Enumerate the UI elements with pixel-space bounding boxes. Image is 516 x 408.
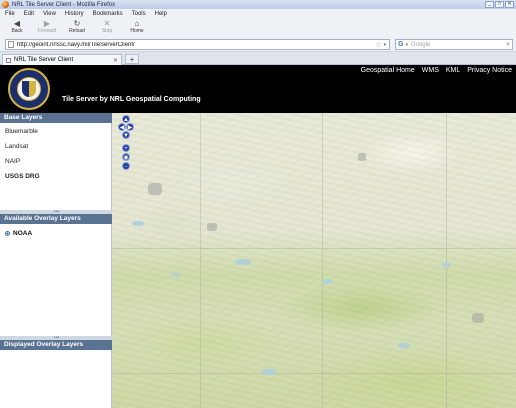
map-town: [207, 223, 217, 231]
logo-shield-icon: [22, 81, 36, 97]
nav-link-privacy-notice[interactable]: Privacy Notice: [467, 67, 512, 74]
overlay-radio-noaa[interactable]: [5, 231, 10, 236]
zoom-world-button[interactable]: ◉: [122, 153, 130, 161]
overlay-label-noaa[interactable]: NOAA: [13, 230, 32, 237]
base-layer-bluemarble[interactable]: Bluemarble: [5, 128, 38, 135]
home-button[interactable]: ⌂ Home: [122, 18, 152, 37]
displayed-overlays-header[interactable]: Displayed Overlay Layers: [0, 340, 112, 350]
menu-edit[interactable]: Edit: [24, 11, 34, 17]
back-label: Back: [11, 28, 23, 34]
menu-tools[interactable]: Tools: [132, 11, 146, 17]
tab-bar: NRL Tile Server Client ✕ +: [0, 52, 516, 65]
pan-right-button[interactable]: ▶: [126, 123, 134, 131]
reload-label: Reload: [69, 28, 85, 34]
map-tile-seam: [112, 248, 516, 249]
map-lake: [322, 279, 332, 284]
page-icon: [8, 41, 14, 48]
minimize-button[interactable]: _: [485, 1, 494, 8]
nrl-logo: [8, 68, 50, 110]
tab-favicon-icon: [6, 57, 11, 63]
menu-bar: File Edit View History Bookmarks Tools H…: [0, 9, 516, 18]
address-bar-row: http://geoint.nrlssc.navy.mil/TileServer…: [0, 37, 516, 52]
map-tile-seam: [112, 373, 516, 374]
url-dropdown-icon[interactable]: ▾: [383, 42, 386, 48]
pan-left-button[interactable]: ◀: [118, 123, 126, 131]
stop-label: Stop: [101, 28, 113, 34]
tab-tile-server-client[interactable]: NRL Tile Server Client ✕: [2, 54, 122, 65]
navigation-toolbar: ◀ Back ▶ Forward ↻ Reload ✕ Stop ⌂ Home: [0, 18, 516, 37]
window-controls: _ □ ✕: [485, 1, 514, 8]
map-tile-seam: [200, 113, 201, 408]
forward-button[interactable]: ▶ Forward: [32, 18, 62, 37]
pan-down-button[interactable]: ▼: [122, 131, 130, 139]
map-lake: [262, 369, 276, 375]
url-bar[interactable]: http://geoint.nrlssc.navy.mil/TileServer…: [5, 39, 390, 50]
stop-icon: ✕: [103, 19, 111, 28]
map-pan-zoom-control: ▲ ◀ ▶ ▼ + ◉ −: [118, 115, 134, 171]
back-arrow-icon: ◀: [13, 19, 21, 28]
zoom-out-button[interactable]: −: [122, 162, 130, 170]
map-lake: [172, 273, 180, 277]
map-town: [358, 153, 366, 161]
map-tile-seam: [322, 113, 323, 408]
site-title: Tile Server by NRL Geospatial Computing: [62, 96, 201, 103]
site-header: Tile Server by NRL Geospatial Computing …: [0, 65, 516, 113]
maximize-button[interactable]: □: [495, 1, 504, 8]
search-placeholder[interactable]: Google: [411, 42, 506, 48]
search-engine-dropdown-icon[interactable]: ▾: [405, 42, 408, 48]
map-contours: [112, 113, 516, 408]
map-lake: [132, 221, 144, 226]
reload-icon: ↻: [73, 19, 81, 28]
menu-bookmarks[interactable]: Bookmarks: [93, 11, 123, 17]
menu-file[interactable]: File: [5, 11, 15, 17]
google-icon[interactable]: G: [398, 41, 403, 48]
back-button[interactable]: ◀ Back: [2, 18, 32, 37]
map-town: [472, 313, 484, 323]
nav-link-wms[interactable]: WMS: [422, 67, 439, 74]
home-label: Home: [130, 28, 144, 34]
map-tile-seam: [446, 113, 447, 408]
layer-sidebar: Base Layers Bluemarble Landsat NAIP USGS…: [0, 113, 112, 408]
tab-title: NRL Tile Server Client: [14, 57, 74, 63]
tab-close-icon[interactable]: ✕: [113, 57, 118, 64]
menu-history[interactable]: History: [65, 11, 84, 17]
url-text[interactable]: http://geoint.nrlssc.navy.mil/TileServer…: [17, 42, 375, 48]
window-title-bar: NRL Tile Server Client - Mozilla Firefox…: [0, 0, 516, 9]
map-lake: [398, 343, 410, 348]
zoom-in-button[interactable]: +: [122, 144, 130, 152]
bookmark-star-icon[interactable]: ☆: [375, 41, 381, 49]
forward-label: Forward: [37, 28, 57, 34]
forward-arrow-icon: ▶: [43, 19, 51, 28]
close-window-button[interactable]: ✕: [505, 1, 514, 8]
map-lake: [442, 263, 451, 267]
menu-help[interactable]: Help: [155, 11, 167, 17]
menu-view[interactable]: View: [43, 11, 56, 17]
new-tab-button[interactable]: +: [125, 54, 139, 64]
nav-link-geospatial-home[interactable]: Geospatial Home: [361, 67, 415, 74]
map-town: [148, 183, 162, 195]
stop-button[interactable]: ✕ Stop: [92, 18, 122, 37]
nav-link-kml[interactable]: KML: [446, 67, 460, 74]
reload-button[interactable]: ↻ Reload: [62, 18, 92, 37]
pan-up-button[interactable]: ▲: [122, 115, 130, 123]
window-title: NRL Tile Server Client - Mozilla Firefox: [12, 1, 116, 8]
base-layers-header[interactable]: Base Layers: [0, 113, 112, 123]
home-icon: ⌂: [134, 19, 140, 28]
search-icon[interactable]: ⌕: [506, 41, 510, 49]
search-bar[interactable]: G ▾ Google ⌕: [395, 39, 513, 50]
map-lake: [235, 259, 251, 265]
site-nav: Geospatial Home WMS KML Privacy Notice: [361, 67, 512, 74]
firefox-icon: [2, 1, 9, 8]
base-layer-usgs-drg[interactable]: USGS DRG: [5, 173, 40, 180]
available-overlays-header[interactable]: Available Overlay Layers: [0, 214, 112, 224]
base-layer-naip[interactable]: NAIP: [5, 158, 20, 165]
base-layer-landsat[interactable]: Landsat: [5, 143, 28, 150]
map-viewport[interactable]: [112, 113, 516, 408]
